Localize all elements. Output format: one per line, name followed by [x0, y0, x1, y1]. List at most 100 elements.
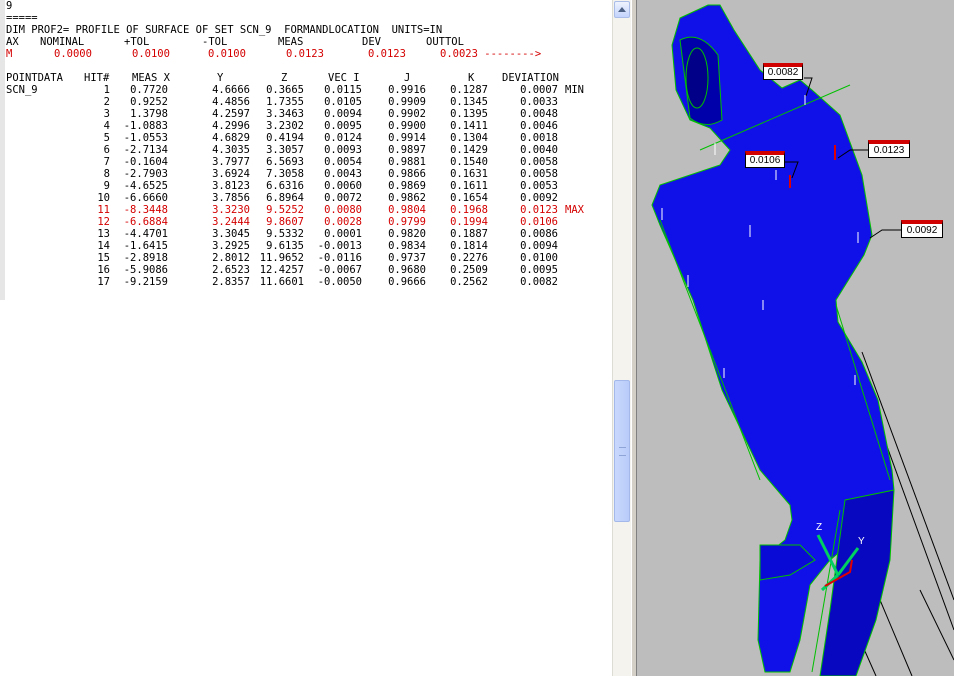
table-header-row: POINTDATA HIT# MEAS X Y Z VEC I J K DEVI…: [6, 72, 606, 84]
cell-deviation: 0.0095: [520, 264, 558, 276]
cell-j: 0.9869: [388, 180, 426, 192]
cell-z: 9.5252: [266, 204, 304, 216]
table-row: 9 -4.6525 3.8123 6.6316 0.0060 0.9869 0.1611 0.…: [6, 180, 606, 192]
axis-value-plus-tol: 0.0100: [132, 48, 170, 60]
cell-j: 0.9804: [388, 204, 426, 216]
cell-vec-i: 0.0105: [324, 96, 362, 108]
deviation-callout-label[interactable]: 0.0092: [901, 220, 943, 238]
deviation-callout-label[interactable]: 0.0106: [745, 151, 785, 168]
cell-j: 0.9914: [388, 132, 426, 144]
col-header-k: K: [468, 72, 475, 84]
cell-vec-i: -0.0013: [317, 240, 362, 252]
cell-flag: MAX: [565, 204, 584, 216]
axis-value-nominal: 0.0000: [54, 48, 92, 60]
cell-j: 0.9799: [388, 216, 426, 228]
cell-vec-i: -0.0116: [317, 252, 362, 264]
axis-value-row: M 0.0000 0.0100 0.0100 0.0123 0.0123 0.0…: [6, 48, 606, 60]
cell-meas-x: -5.9086: [123, 264, 168, 276]
col-header-j: J: [404, 72, 411, 84]
table-row: SCN_9 1 0.7720 4.6666 0.3665 0.0115 0.9916 0.12…: [6, 84, 606, 96]
cell-meas-x: -6.6884: [123, 216, 168, 228]
col-header-meas-x: MEAS X: [132, 72, 170, 84]
cell-meas-x: -2.7903: [123, 168, 168, 180]
col-header-vec-i: VEC I: [328, 72, 360, 84]
cell-meas-x: -0.1604: [123, 156, 168, 168]
cell-z: 9.6135: [266, 240, 304, 252]
cell-meas-x: -2.7134: [123, 144, 168, 156]
cell-vec-i: 0.0072: [324, 192, 362, 204]
cell-vec-i: 0.0124: [324, 132, 362, 144]
axis-header-ax: AX: [6, 36, 19, 48]
cell-z: 6.5693: [266, 156, 304, 168]
cell-z: 3.3057: [266, 144, 304, 156]
cell-j: 0.9680: [388, 264, 426, 276]
cell-hit: 7: [103, 156, 110, 168]
cell-vec-i: 0.0093: [324, 144, 362, 156]
scroll-up-arrow-icon[interactable]: [614, 1, 630, 18]
report-title-line: 9: [6, 0, 13, 12]
cell-hit: 12: [97, 216, 110, 228]
axis-value-dev: 0.0123: [368, 48, 406, 60]
axis-label-z: Z: [816, 522, 822, 533]
cell-y: 4.2597: [212, 108, 250, 120]
deviation-callout-label[interactable]: 0.0123: [868, 140, 910, 158]
cell-z: 3.2302: [266, 120, 304, 132]
cell-k: 0.1887: [450, 228, 488, 240]
scrollbar-thumb[interactable]: [614, 380, 630, 522]
cell-z: 1.7355: [266, 96, 304, 108]
cad-part-drawing: Z Y: [651, 4, 954, 676]
table-row: 14 -1.6415 3.2925 9.6135 -0.0013 0.9834 0.1814…: [6, 240, 606, 252]
scrollbar-grip-icon: [619, 447, 626, 456]
cell-hit: 3: [103, 108, 110, 120]
table-row: 7 -0.1604 3.7977 6.5693 0.0054 0.9881 0.1540 0.…: [6, 156, 606, 168]
report-vertical-scrollbar[interactable]: [612, 0, 631, 676]
cell-meas-x: -1.6415: [123, 240, 168, 252]
col-header-hit: HIT#: [84, 72, 110, 84]
cell-deviation: 0.0058: [520, 156, 558, 168]
cell-vec-i: -0.0050: [317, 276, 362, 288]
cell-j: 0.9881: [388, 156, 426, 168]
cell-k: 0.1304: [450, 132, 488, 144]
cell-k: 0.1631: [450, 168, 488, 180]
cell-j: 0.9909: [388, 96, 426, 108]
axis-header-meas: MEAS: [278, 36, 304, 48]
table-row: 8 -2.7903 3.6924 7.3058 0.0043 0.9866 0.1631 0.…: [6, 168, 606, 180]
cell-k: 0.1994: [450, 216, 488, 228]
cell-deviation: 0.0053: [520, 180, 558, 192]
col-header-deviation: DEVIATION: [502, 72, 559, 84]
cell-flag: MIN: [565, 84, 584, 96]
cell-k: 0.1429: [450, 144, 488, 156]
cell-hit: 10: [97, 192, 110, 204]
cell-hit: 11: [97, 204, 110, 216]
axis-label-y: Y: [858, 536, 865, 547]
table-row: 12 -6.6884 3.2444 9.8607 0.0028 0.9799 0.1994 0…: [6, 216, 606, 228]
cell-meas-x: -4.6525: [123, 180, 168, 192]
cell-j: 0.9902: [388, 108, 426, 120]
axis-header-nominal: NOMINAL: [40, 36, 85, 48]
cell-k: 0.1968: [450, 204, 488, 216]
cell-z: 3.3463: [266, 108, 304, 120]
cell-hit: 8: [103, 168, 110, 180]
axis-value-ax: M: [6, 48, 13, 60]
cell-z: 11.6601: [259, 276, 304, 288]
cell-y: 4.2996: [212, 120, 250, 132]
cell-z: 12.4257: [259, 264, 304, 276]
cell-deviation: 0.0123: [520, 204, 558, 216]
cell-hit: 5: [103, 132, 110, 144]
table-row: 2 0.9252 4.4856 1.7355 0.0105 0.9909 0.1345 0.0…: [6, 96, 606, 108]
cell-z: 9.5332: [266, 228, 304, 240]
cell-meas-x: 0.9252: [130, 96, 168, 108]
cell-deviation: 0.0082: [520, 276, 558, 288]
deviation-callout-label[interactable]: 0.0082: [763, 63, 803, 80]
cell-j: 0.9820: [388, 228, 426, 240]
cell-deviation: 0.0086: [520, 228, 558, 240]
cell-j: 0.9834: [388, 240, 426, 252]
cell-deviation: 0.0040: [520, 144, 558, 156]
cell-meas-x: -2.8918: [123, 252, 168, 264]
cad-graphics-viewport[interactable]: Z Y 0.0082 0.0106 0.0123 0.0092: [637, 0, 954, 676]
cell-hit: 1: [103, 84, 110, 96]
cell-vec-i: 0.0001: [324, 228, 362, 240]
cell-y: 3.2444: [212, 216, 250, 228]
cell-vec-i: 0.0060: [324, 180, 362, 192]
cell-y: 3.2925: [212, 240, 250, 252]
